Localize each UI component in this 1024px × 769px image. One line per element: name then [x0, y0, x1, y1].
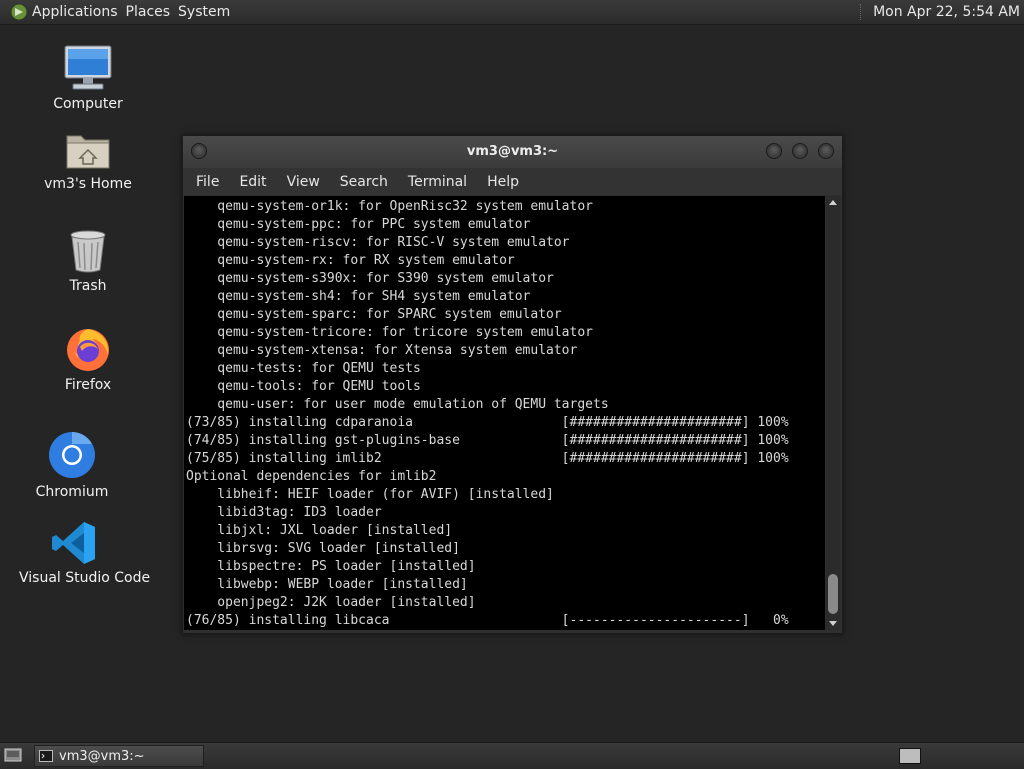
workspace-switcher[interactable]: [899, 748, 921, 764]
window-title: vm3@vm3:~: [466, 144, 559, 159]
desktop-icon-chromium[interactable]: Chromium: [17, 430, 127, 500]
vscode-icon: [52, 522, 95, 564]
terminal-line: libheif: HEIF loader (for AVIF) [install…: [217, 487, 554, 502]
menu-places[interactable]: Places: [126, 0, 179, 24]
terminal-line: qemu-system-xtensa: for Xtensa system em…: [217, 343, 578, 358]
menu-view[interactable]: View: [284, 174, 323, 190]
terminal-line: qemu-system-ppc: for PPC system emulator: [217, 217, 531, 232]
terminal-line: Optional dependencies for imlib2: [186, 469, 437, 484]
terminal-icon: [39, 750, 53, 762]
terminal-line: (73/85) installing cdparanoia [#########…: [186, 415, 789, 430]
terminal-line: qemu-tools: for QEMU tools: [217, 379, 421, 394]
computer-icon: [64, 45, 112, 90]
menu-system[interactable]: System: [178, 0, 238, 24]
terminal-line: (76/85) installing libcaca [------------…: [186, 613, 789, 628]
terminal-line: qemu-system-sparc: for SPARC system emul…: [217, 307, 562, 322]
clock[interactable]: Mon Apr 22, 5:54 AM: [873, 4, 1024, 20]
terminal-line: libjxl: JXL loader [installed]: [217, 523, 453, 538]
scroll-down-icon[interactable]: [829, 621, 837, 626]
terminal-line: qemu-system-tricore: for tricore system …: [217, 325, 593, 340]
scroll-up-icon[interactable]: [829, 200, 837, 205]
desktop-icon-label: Trash: [69, 278, 107, 294]
terminal-line: openjpeg2: J2K loader [installed]: [217, 595, 476, 610]
firefox-icon: [67, 329, 109, 371]
menu-help[interactable]: Help: [484, 174, 522, 190]
menu-edit[interactable]: Edit: [236, 174, 269, 190]
desktop-icon-vscode[interactable]: Visual Studio Code: [19, 520, 151, 586]
mate-menu-icon[interactable]: [10, 3, 28, 21]
terminal-output[interactable]: qemu-system-or1k: for OpenRisc32 system …: [184, 196, 825, 630]
terminal-line: qemu-system-s390x: for S390 system emula…: [217, 271, 554, 286]
trash-icon: [70, 230, 106, 273]
terminal-line: qemu-system-or1k: for OpenRisc32 system …: [217, 199, 593, 214]
panel-separator: [860, 4, 867, 20]
terminal-line: qemu-system-sh4: for SH4 system emulator: [217, 289, 531, 304]
desktop-icon-trash[interactable]: Trash: [33, 228, 143, 294]
terminal-window[interactable]: vm3@vm3:~ File Edit View Search Terminal…: [182, 135, 843, 634]
home-folder-icon: [66, 135, 110, 169]
taskbar-item-terminal[interactable]: vm3@vm3:~: [34, 745, 204, 767]
desktop-icon-home[interactable]: vm3's Home: [33, 128, 143, 192]
terminal-line: qemu-system-rx: for RX system emulator: [217, 253, 515, 268]
terminal-line: libspectre: PS loader [installed]: [217, 559, 476, 574]
desktop-icon-label: Computer: [53, 96, 123, 112]
menu-terminal[interactable]: Terminal: [405, 174, 470, 190]
terminal-line: (75/85) installing imlib2 [#############…: [186, 451, 789, 466]
menu-search[interactable]: Search: [337, 174, 391, 190]
terminal-line: librsvg: SVG loader [installed]: [217, 541, 460, 556]
terminal-scrollbar[interactable]: [826, 196, 840, 630]
desktop-icon-computer[interactable]: Computer: [33, 44, 143, 112]
terminal-line: libwebp: WEBP loader [installed]: [217, 577, 468, 592]
chromium-icon: [49, 432, 95, 478]
terminal-line: qemu-user: for user mode emulation of QE…: [217, 397, 609, 412]
bottom-panel: vm3@vm3:~: [0, 742, 1024, 769]
desktop-icon-label: Visual Studio Code: [19, 570, 151, 586]
terminal-text: qemu-system-or1k: for OpenRisc32 system …: [184, 196, 825, 630]
top-panel: Applications Places System Mon Apr 22, 5…: [0, 0, 1024, 25]
menu-applications[interactable]: Applications: [32, 0, 126, 24]
minimize-button[interactable]: [766, 143, 782, 159]
scrollbar-thumb[interactable]: [828, 574, 838, 614]
terminal-menubar: File Edit View Search Terminal Help: [183, 168, 842, 195]
desktop-icon-label: Firefox: [64, 377, 112, 393]
top-panel-right: Mon Apr 22, 5:54 AM: [860, 0, 1024, 24]
menu-file[interactable]: File: [193, 174, 222, 190]
terminal-line: qemu-tests: for QEMU tests: [217, 361, 421, 376]
desktop-icon-firefox[interactable]: Firefox: [33, 325, 143, 393]
terminal-line: (74/85) installing gst-plugins-base [###…: [186, 433, 789, 448]
desktop-icon-label: Chromium: [35, 484, 109, 500]
terminal-line: libid3tag: ID3 loader: [217, 505, 382, 520]
maximize-button[interactable]: [792, 143, 808, 159]
desktop-icon-label: vm3's Home: [44, 176, 132, 192]
close-button[interactable]: [818, 143, 834, 159]
window-titlebar[interactable]: vm3@vm3:~: [183, 136, 842, 168]
terminal-line: qemu-system-riscv: for RISC-V system emu…: [217, 235, 570, 250]
show-desktop-icon[interactable]: [4, 747, 22, 763]
taskbar-item-label: vm3@vm3:~: [59, 748, 145, 764]
